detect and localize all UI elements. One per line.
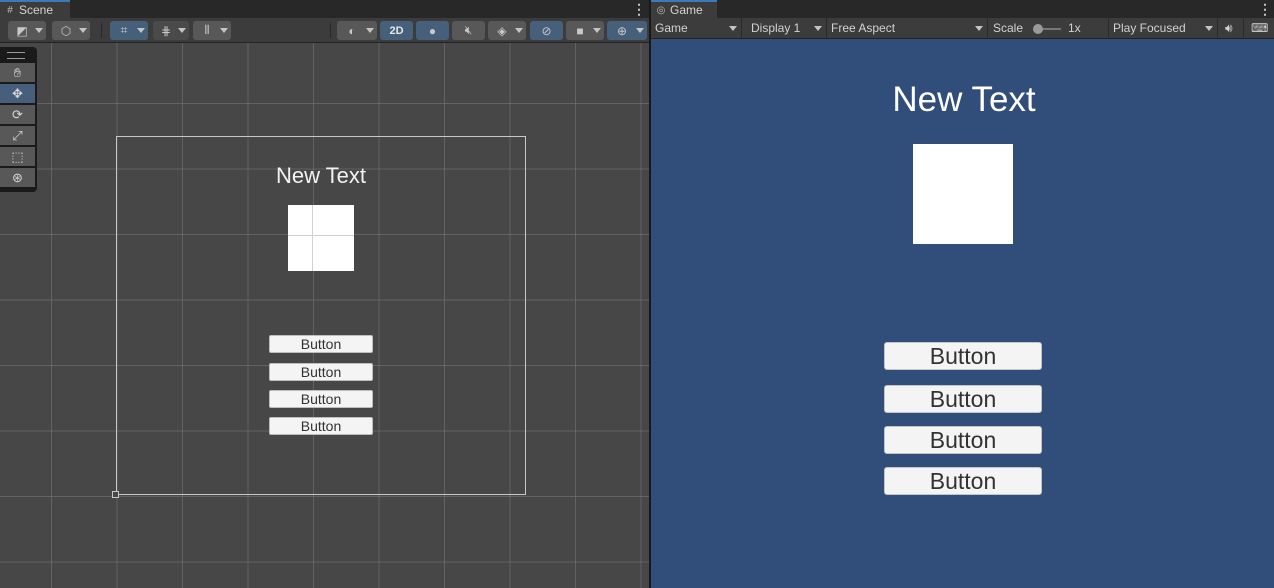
gizmos-button[interactable]: ⊕ — [607, 21, 647, 40]
shading-sphere-icon: ◐ — [348, 23, 356, 38]
play-mode-dropdown[interactable]: Play Focused — [1109, 18, 1218, 38]
gizmos-icon: ⊕ — [616, 23, 628, 38]
tab-scene-label: Scene — [19, 3, 54, 17]
camera-icon: ■ — [576, 23, 584, 38]
scene-view-panel: # Scene ⋮ ◩ ⬡ ⌗ ⋕ ⦀ ◐ 2D ● 🔇︎ ◈ ⊘ ■ ⊕ ✋︎… — [0, 0, 649, 588]
tab-game[interactable]: ◎ Game — [651, 0, 717, 18]
scale-label: Scale — [993, 21, 1024, 35]
rect-tool-button[interactable]: ⬚ — [0, 147, 35, 166]
hand-tool-button[interactable]: ✋︎ — [0, 63, 35, 82]
game-button[interactable]: Button — [884, 342, 1042, 370]
scene-gizmo-button[interactable]: ⬡ — [52, 21, 90, 40]
scale-value: 1x — [1068, 21, 1081, 35]
scene-image[interactable] — [288, 205, 354, 271]
grid-icon: ⋕ — [160, 23, 172, 38]
effects-layers-icon: ◈ — [497, 23, 507, 38]
draw-mode-button[interactable]: ◩ — [8, 21, 46, 40]
ruler-icon: ⦀ — [204, 23, 210, 37]
shading-mode-button[interactable]: ◐ — [337, 21, 377, 40]
audio-mute-icon: 🔇︎ — [464, 23, 473, 37]
scene-button[interactable]: Button — [269, 335, 373, 353]
cube-gizmo-icon: ⬡ — [60, 23, 72, 38]
lighting-toggle[interactable]: ● — [416, 21, 449, 40]
scene-toolbar: ◩ ⬡ ⌗ ⋕ ⦀ ◐ 2D ● 🔇︎ ◈ ⊘ ■ ⊕ — [0, 18, 649, 43]
scene-button[interactable]: Button — [269, 390, 373, 408]
game-toolbar: Game Display 1 Free Aspect Scale 1x Play… — [651, 18, 1274, 39]
game-button[interactable]: Button — [884, 385, 1042, 413]
move-tool-button[interactable]: ✥ — [0, 84, 35, 103]
view-select-label: Game — [655, 21, 688, 35]
scene-grid-icon: # — [7, 4, 13, 16]
transform-tool-button[interactable]: ⊛ — [0, 168, 35, 187]
aspect-select-label: Free Aspect — [831, 21, 896, 35]
scale-slider-knob[interactable] — [1033, 24, 1043, 34]
camera-settings-button[interactable]: ■ — [566, 21, 604, 40]
scene-button[interactable]: Button — [269, 417, 373, 435]
display-select-label: Display 1 — [751, 21, 801, 35]
mute-audio-button[interactable]: 🔊︎ — [1220, 18, 1244, 38]
game-button[interactable]: Button — [884, 426, 1042, 454]
rotate-icon: ⟳ — [12, 106, 23, 122]
effects-button[interactable]: ◈ — [488, 21, 526, 40]
aspect-select-dropdown[interactable]: Free Aspect — [827, 18, 988, 38]
snap-grid-icon: ⌗ — [120, 23, 128, 37]
view-select-dropdown[interactable]: Game — [651, 18, 742, 38]
audio-toggle[interactable]: 🔇︎ — [452, 21, 485, 40]
hidden-eye-icon: ⊘ — [541, 23, 552, 38]
tools-overlay: ✋︎ ✥ ⟳ ⤢ ⬚ ⊛ — [0, 47, 37, 192]
game-kebab-menu-icon[interactable]: ⋮ — [1258, 1, 1272, 17]
mode-2d-label: 2D — [389, 24, 404, 37]
scene-kebab-menu-icon[interactable]: ⋮ — [632, 1, 646, 17]
play-mode-label: Play Focused — [1113, 21, 1186, 35]
game-button[interactable]: Button — [884, 467, 1042, 495]
canvas-bounds — [116, 136, 526, 495]
scene-button[interactable]: Button — [269, 363, 373, 381]
scale-tool-button[interactable]: ⤢ — [0, 126, 35, 145]
move-arrows-icon: ✥ — [12, 85, 23, 101]
increment-snap-button[interactable]: ⦀ — [193, 21, 231, 40]
scale-icon: ⤢ — [12, 127, 23, 143]
grid-snap-button[interactable]: ⌗ — [110, 21, 148, 40]
draw-mode-icon: ◩ — [16, 23, 28, 38]
grid-visibility-button[interactable]: ⋕ — [153, 21, 189, 40]
tab-scene[interactable]: # Scene — [0, 0, 70, 18]
game-tab-bar: ◎ Game ⋮ — [651, 0, 1274, 18]
light-bulb-icon: ● — [428, 23, 437, 38]
game-view-panel: ◎ Game ⋮ Game Display 1 Free Aspect Scal… — [651, 0, 1274, 588]
tools-drag-grip[interactable] — [7, 52, 25, 59]
hidden-objects-toggle[interactable]: ⊘ — [530, 21, 563, 40]
mode-2d-toggle[interactable]: 2D — [380, 21, 413, 40]
tab-game-label: Game — [670, 3, 703, 17]
scene-tab-bar: # Scene ⋮ — [0, 0, 649, 18]
gamepad-icon: ◎ — [656, 4, 666, 16]
rect-transform-icon: ⬚ — [11, 148, 24, 164]
canvas-corner-handle[interactable] — [112, 491, 119, 498]
display-select-dropdown[interactable]: Display 1 — [747, 18, 827, 38]
transform-icon: ⊛ — [12, 169, 23, 185]
game-image — [913, 144, 1013, 244]
scene-new-text[interactable]: New Text — [241, 163, 401, 189]
keyboard-icon: ⌨ — [1251, 21, 1269, 35]
speaker-icon: 🔊︎ — [1225, 20, 1233, 35]
stats-button[interactable]: ⌨ — [1246, 18, 1272, 38]
game-new-text: New Text — [892, 80, 1036, 119]
hand-icon: ✋︎ — [13, 64, 22, 80]
rotate-tool-button[interactable]: ⟳ — [0, 105, 35, 124]
